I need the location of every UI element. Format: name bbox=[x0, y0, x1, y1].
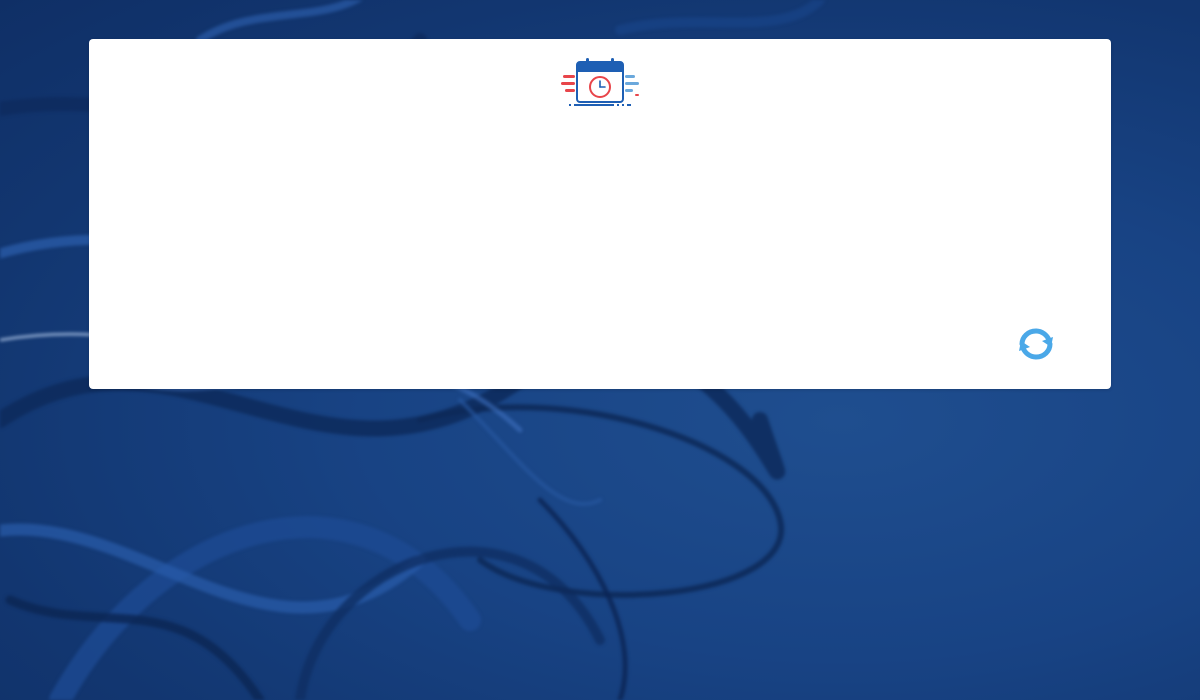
refresh-button[interactable] bbox=[1016, 326, 1056, 362]
loading-panel bbox=[89, 39, 1111, 389]
calendar-clock-icon bbox=[561, 57, 641, 109]
refresh-icon bbox=[1019, 328, 1053, 360]
